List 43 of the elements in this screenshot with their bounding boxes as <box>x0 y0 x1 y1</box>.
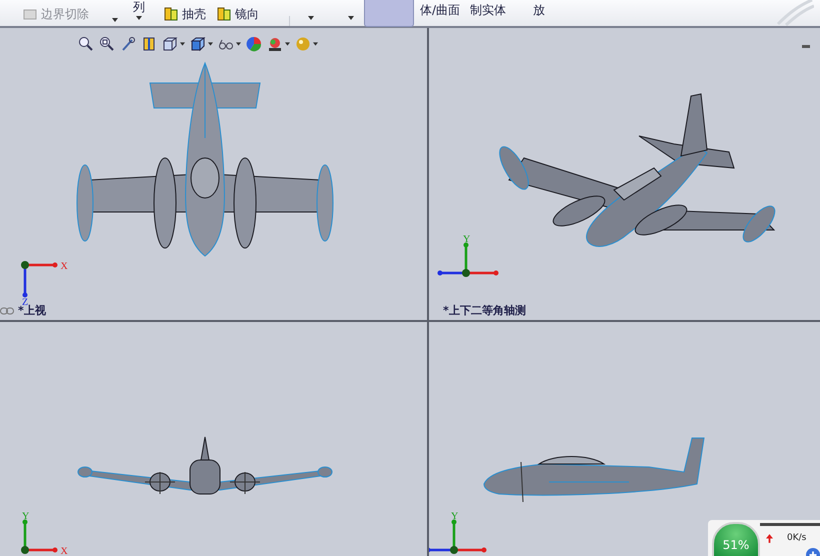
triad-origin-icon <box>450 546 458 554</box>
cube-icon[interactable] <box>162 36 178 52</box>
section-view-icon[interactable] <box>141 36 157 52</box>
caret-icon[interactable] <box>348 16 354 20</box>
triad-origin-icon <box>462 269 470 277</box>
caret-icon[interactable] <box>285 42 290 46</box>
caret-icon[interactable] <box>208 42 213 46</box>
toggle-button[interactable] <box>364 0 414 27</box>
magnifier-icon[interactable] <box>78 36 94 52</box>
caret-icon[interactable] <box>313 42 318 46</box>
caret-icon[interactable] <box>136 16 142 20</box>
viewport-label: *上下二等角轴测 <box>443 303 526 318</box>
caret-icon[interactable] <box>236 42 241 46</box>
toolbar-button[interactable]: 制实体 <box>470 3 506 17</box>
triad-origin-icon <box>21 546 29 554</box>
toolbar-button[interactable]: 列 <box>133 0 145 14</box>
usage-percent: 51% <box>722 538 750 552</box>
axis-label: Y <box>451 511 458 522</box>
caret-icon[interactable] <box>180 42 185 46</box>
scene-icon[interactable] <box>267 36 283 52</box>
axis-label: X <box>60 546 68 556</box>
graphics-viewport[interactable]: Y *上下二等角轴测 <box>429 28 820 320</box>
axis-label: X <box>60 261 68 272</box>
toolbar-button[interactable]: 抽壳 <box>163 4 206 24</box>
caret-icon[interactable] <box>308 16 314 20</box>
swoosh-logo-icon <box>774 0 814 26</box>
triad-origin-icon <box>21 261 29 269</box>
tool-icon <box>163 6 179 22</box>
axis-label: Y <box>22 511 30 522</box>
upload-speed: 0K/s <box>787 533 806 543</box>
wand-icon[interactable] <box>120 36 136 52</box>
toolbar-button[interactable]: 体/曲面 <box>420 3 460 17</box>
axis-label: Y <box>463 234 470 245</box>
toolbar-button[interactable]: 放 <box>533 3 546 17</box>
magnifier-icon[interactable] <box>99 36 115 52</box>
cube-icon[interactable] <box>190 36 206 52</box>
tool-icon <box>216 6 232 22</box>
graphics-viewport[interactable]: X Z *上视 <box>0 28 427 320</box>
chain-link-icon[interactable] <box>0 306 14 314</box>
caret-icon[interactable] <box>112 18 118 22</box>
toolbar-button[interactable]: 镜向 <box>216 4 259 24</box>
up-arrow-icon <box>766 534 773 543</box>
color-wheel-icon[interactable] <box>246 36 262 52</box>
